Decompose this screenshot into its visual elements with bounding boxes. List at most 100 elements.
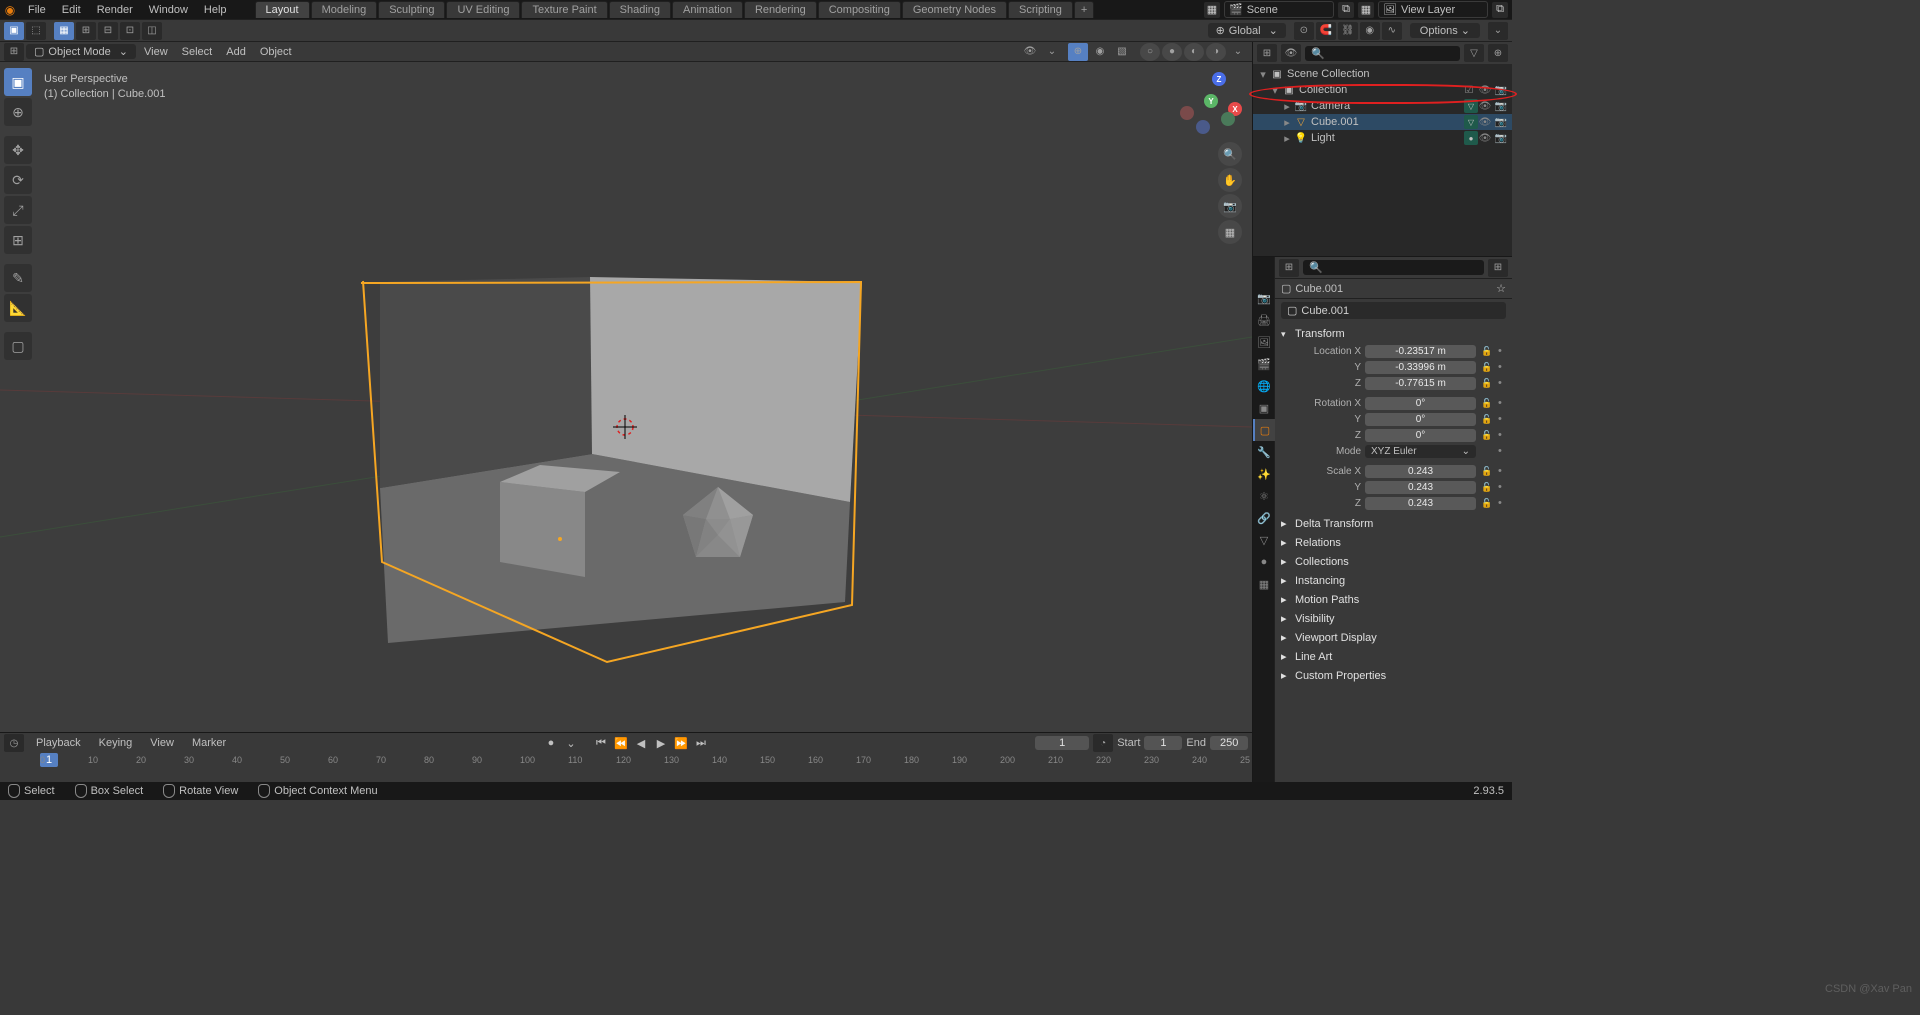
menu-window[interactable]: Window bbox=[141, 4, 196, 16]
select-mode-invert-icon[interactable]: ◫ bbox=[142, 22, 162, 40]
outliner-new-collection-icon[interactable]: ⊕ bbox=[1488, 44, 1508, 62]
scale-x-field[interactable]: 0.243 bbox=[1365, 465, 1476, 478]
tab-scripting[interactable]: Scripting bbox=[1008, 1, 1073, 18]
pivot-icon[interactable]: ⊙ bbox=[1294, 22, 1314, 40]
eye-icon[interactable]: 👁 bbox=[1478, 85, 1492, 96]
tree-cube-001[interactable]: ▸ ▽ Cube.001 ▽ 👁 📷 bbox=[1253, 114, 1512, 130]
tl-playback[interactable]: Playback bbox=[30, 737, 87, 749]
location-x-field[interactable]: -0.23517 m bbox=[1365, 345, 1476, 358]
shading-wireframe-icon[interactable]: ○ bbox=[1140, 43, 1160, 61]
autokey-dropdown-icon[interactable]: ⌄ bbox=[562, 735, 580, 751]
orientation-select[interactable]: ⊕Global⌄ bbox=[1208, 23, 1286, 38]
vp-menu-view[interactable]: View bbox=[138, 46, 174, 58]
select-mode-extend-icon[interactable]: ⊞ bbox=[76, 22, 96, 40]
rotation-x-field[interactable]: 0° bbox=[1365, 397, 1476, 410]
scale-y-field[interactable]: 0.243 bbox=[1365, 481, 1476, 494]
gizmo-y-axis[interactable]: Y bbox=[1204, 94, 1218, 108]
lock-icon[interactable]: 🔓 bbox=[1480, 496, 1494, 510]
render-icon[interactable]: 📷 bbox=[1494, 117, 1508, 128]
jump-end-icon[interactable]: ⏭ bbox=[692, 735, 710, 751]
location-y-field[interactable]: -0.33996 m bbox=[1365, 361, 1476, 374]
lock-icon[interactable]: 🔓 bbox=[1480, 428, 1494, 442]
vp-menu-add[interactable]: Add bbox=[220, 46, 252, 58]
cursor-lasso-icon[interactable]: ⬚ bbox=[26, 22, 46, 40]
nav-camera-icon[interactable]: 📷 bbox=[1218, 194, 1242, 218]
select-mode-subtract-icon[interactable]: ⊟ bbox=[98, 22, 118, 40]
play-reverse-icon[interactable]: ◀ bbox=[632, 735, 650, 751]
lock-icon[interactable]: 🔓 bbox=[1480, 412, 1494, 426]
prop-options-icon[interactable]: ⊞ bbox=[1488, 259, 1508, 277]
timeline-ruler[interactable]: 1 01020304050607080901001101201301401501… bbox=[0, 753, 1252, 782]
prop-tab-collection[interactable]: ▣ bbox=[1253, 397, 1275, 419]
vp-menu-object[interactable]: Object bbox=[254, 46, 298, 58]
prop-tab-output[interactable]: 🖨 bbox=[1253, 309, 1275, 331]
mode-select[interactable]: ▢Object Mode⌄ bbox=[26, 44, 136, 59]
panel-visibility[interactable]: ▸Visibility bbox=[1275, 609, 1512, 628]
prop-tab-particles[interactable]: ✨ bbox=[1253, 463, 1275, 485]
scene-browse-icon[interactable]: ▦ bbox=[1204, 2, 1220, 18]
tl-marker[interactable]: Marker bbox=[186, 737, 232, 749]
visibility-dropdown-icon[interactable]: ⌄ bbox=[1042, 43, 1062, 61]
prop-search[interactable]: 🔍 bbox=[1303, 260, 1484, 275]
mesh-data-icon[interactable]: ▽ bbox=[1464, 115, 1478, 129]
prop-tab-render[interactable]: 📷 bbox=[1253, 287, 1275, 309]
viewlayer-browse-icon[interactable]: ▦ bbox=[1358, 2, 1374, 18]
render-icon[interactable]: 📷 bbox=[1494, 85, 1508, 96]
proportional-icon[interactable]: ◉ bbox=[1360, 22, 1380, 40]
vp-menu-select[interactable]: Select bbox=[176, 46, 219, 58]
selectability-icon[interactable]: 👁 bbox=[1020, 43, 1040, 61]
prop-tab-world[interactable]: 🌐 bbox=[1253, 375, 1275, 397]
render-icon[interactable]: 📷 bbox=[1494, 101, 1508, 112]
end-frame-field[interactable]: 250 bbox=[1210, 736, 1248, 750]
tool-transform[interactable]: ⊞ bbox=[4, 226, 32, 254]
prop-tab-scene[interactable]: 🎬 bbox=[1253, 353, 1275, 375]
tool-move[interactable]: ✥ bbox=[4, 136, 32, 164]
tab-uv-editing[interactable]: UV Editing bbox=[446, 1, 520, 18]
render-icon[interactable]: 📷 bbox=[1494, 133, 1508, 144]
tab-shading[interactable]: Shading bbox=[609, 1, 671, 18]
nav-gizmo[interactable]: Z Y X bbox=[1180, 72, 1242, 134]
tool-select-box[interactable]: ▣ bbox=[4, 68, 32, 96]
tab-modeling[interactable]: Modeling bbox=[311, 1, 378, 18]
tab-rendering[interactable]: Rendering bbox=[744, 1, 817, 18]
gizmo-toggle-icon[interactable]: ⊕ bbox=[1068, 43, 1088, 61]
prop-tab-object[interactable]: ▢ bbox=[1253, 419, 1275, 441]
outliner-editor-icon[interactable]: ⊞ bbox=[1257, 44, 1277, 62]
scene-new-icon[interactable]: ⧉ bbox=[1338, 2, 1354, 18]
nav-pan-icon[interactable]: ✋ bbox=[1218, 168, 1242, 192]
object-name-field[interactable]: ▢ Cube.001 bbox=[1281, 302, 1506, 319]
toolbar-config-icon[interactable]: ⌄ bbox=[1488, 22, 1508, 40]
shading-options-icon[interactable]: ⌄ bbox=[1228, 43, 1248, 61]
shading-solid-icon[interactable]: ● bbox=[1162, 43, 1182, 61]
tab-sculpting[interactable]: Sculpting bbox=[378, 1, 445, 18]
select-mode-set-icon[interactable]: ▦ bbox=[54, 22, 74, 40]
lock-icon[interactable]: 🔓 bbox=[1480, 464, 1494, 478]
start-frame-field[interactable]: 1 bbox=[1144, 736, 1182, 750]
outliner-display-icon[interactable]: 👁 bbox=[1281, 44, 1301, 62]
next-key-icon[interactable]: ⏩ bbox=[672, 735, 690, 751]
rotation-y-field[interactable]: 0° bbox=[1365, 413, 1476, 426]
tree-collection[interactable]: ▾ ▣ Collection ☑ 👁 📷 bbox=[1253, 82, 1512, 98]
tree-scene-collection[interactable]: ▾ ▣ Scene Collection bbox=[1253, 66, 1512, 82]
panel-delta-transform[interactable]: ▸Delta Transform bbox=[1275, 514, 1512, 533]
overlay-toggle-icon[interactable]: ◉ bbox=[1090, 43, 1110, 61]
expand-icon[interactable]: ▾ bbox=[1269, 84, 1281, 97]
cursor-select-icon[interactable]: ▣ bbox=[4, 22, 24, 40]
tool-add-cube[interactable]: ▢ bbox=[4, 332, 32, 360]
tool-annotate[interactable]: ✎ bbox=[4, 264, 32, 292]
tool-rotate[interactable]: ⟳ bbox=[4, 166, 32, 194]
menu-help[interactable]: Help bbox=[196, 4, 235, 16]
tool-scale[interactable]: ⤢ bbox=[4, 196, 32, 224]
eye-icon[interactable]: 👁 bbox=[1478, 133, 1492, 144]
rotation-mode-select[interactable]: XYZ Euler⌄ bbox=[1365, 445, 1476, 458]
check-icon[interactable]: ☑ bbox=[1462, 85, 1476, 96]
panel-instancing[interactable]: ▸Instancing bbox=[1275, 571, 1512, 590]
panel-line-art[interactable]: ▸Line Art bbox=[1275, 647, 1512, 666]
panel-relations[interactable]: ▸Relations bbox=[1275, 533, 1512, 552]
eye-icon[interactable]: 👁 bbox=[1478, 117, 1492, 128]
menu-edit[interactable]: Edit bbox=[54, 4, 89, 16]
jump-start-icon[interactable]: ⏮ bbox=[592, 735, 610, 751]
nav-persp-icon[interactable]: ▦ bbox=[1218, 220, 1242, 244]
tab-compositing[interactable]: Compositing bbox=[818, 1, 901, 18]
panel-viewport-display[interactable]: ▸Viewport Display bbox=[1275, 628, 1512, 647]
